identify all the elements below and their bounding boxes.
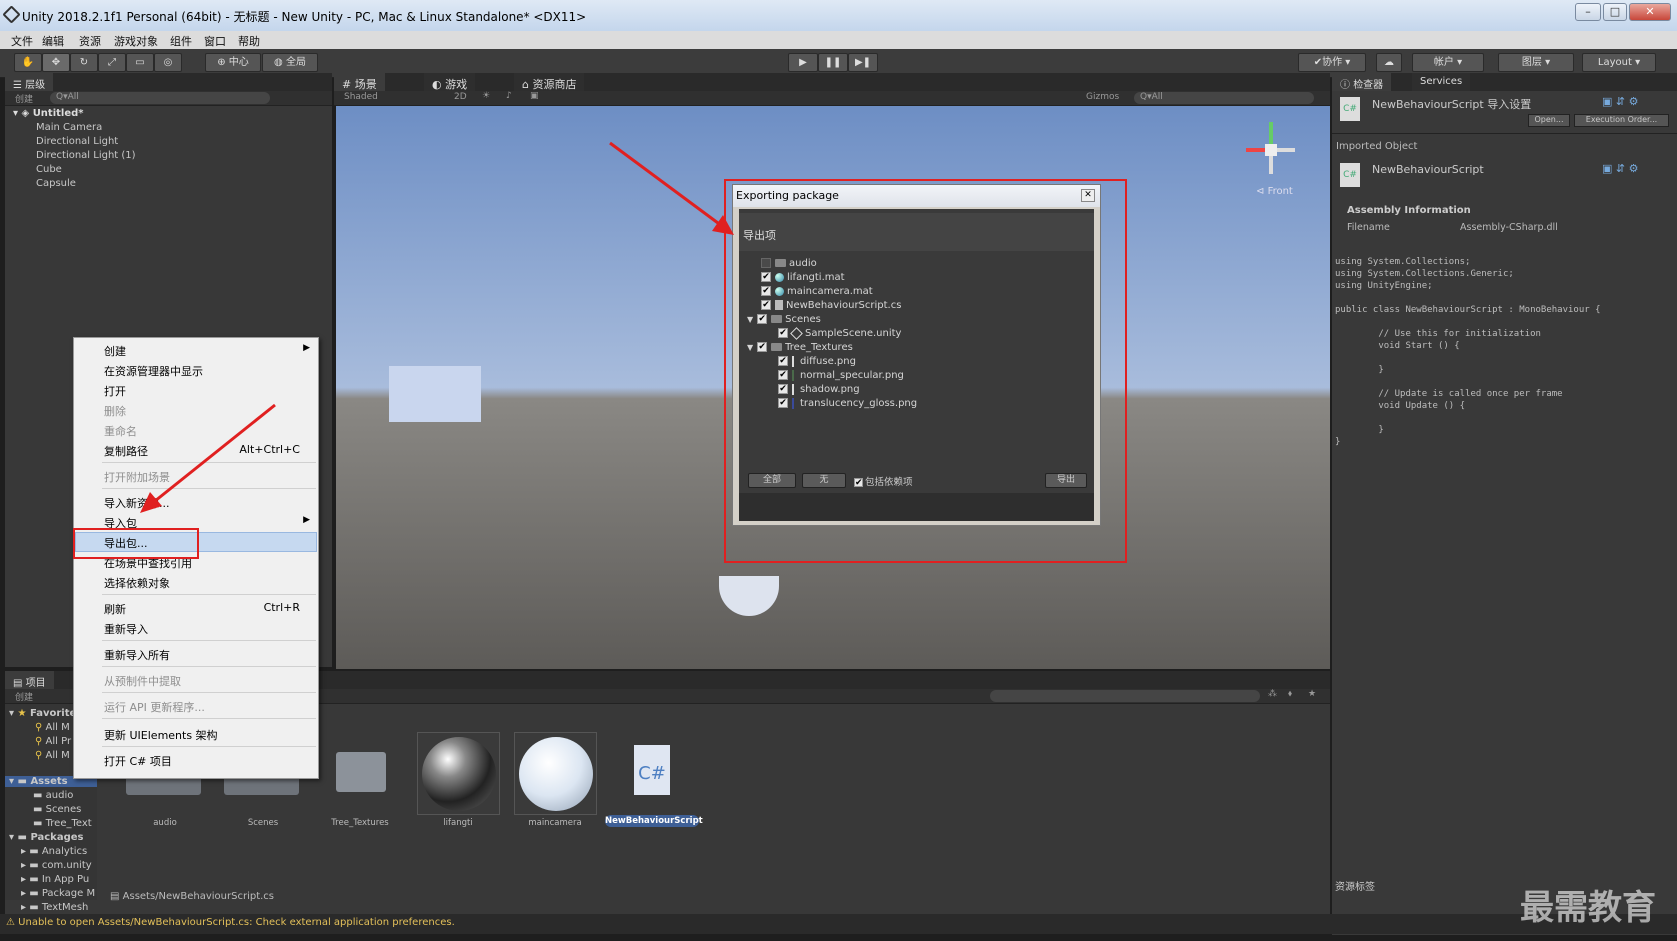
watermark: 最需教育 (1520, 888, 1656, 928)
arrow-line (149, 403, 276, 507)
arrow-head (712, 215, 734, 235)
arrow-head (140, 492, 162, 513)
annotation-arrows (140, 141, 734, 513)
arrow-line (609, 141, 723, 228)
